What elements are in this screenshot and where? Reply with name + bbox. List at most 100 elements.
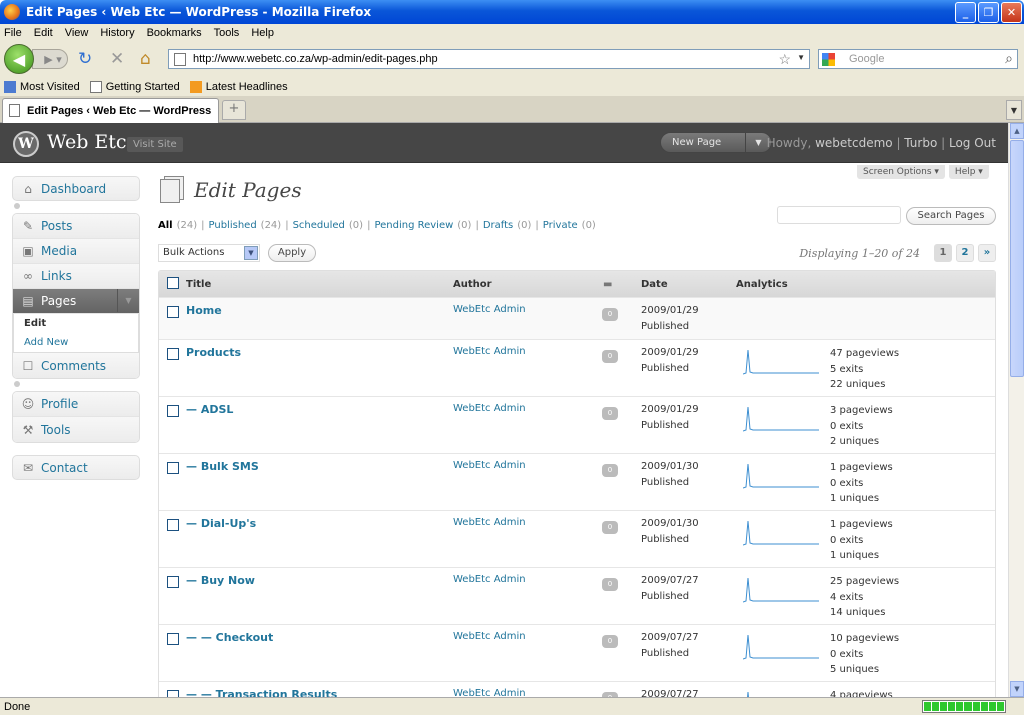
vertical-scrollbar[interactable]: ▲ ▼ xyxy=(1008,123,1024,697)
page-title-link[interactable]: — Buy Now xyxy=(186,574,255,587)
author-link[interactable]: WebEtc Admin xyxy=(453,688,526,697)
forward-button[interactable]: ▶ ▾ xyxy=(32,49,68,69)
browser-menubar: File Edit View History Bookmarks Tools H… xyxy=(0,24,1024,41)
search-icon[interactable]: ⌕ xyxy=(1005,50,1013,67)
menu-comments[interactable]: ☐ Comments xyxy=(13,353,139,378)
reload-icon[interactable]: ↻ xyxy=(78,51,92,68)
author-link[interactable]: WebEtc Admin xyxy=(453,403,526,414)
search-pages-input[interactable] xyxy=(777,206,901,224)
stop-icon[interactable]: ✕ xyxy=(110,51,124,68)
tab-list-dropdown[interactable]: ▼ xyxy=(1006,100,1022,120)
row-checkbox[interactable] xyxy=(167,462,179,474)
bookmark-most-visited[interactable]: Most Visited xyxy=(4,80,80,93)
page-title-link[interactable]: — Bulk SMS xyxy=(186,460,259,473)
google-icon[interactable] xyxy=(822,53,835,66)
page-title-link[interactable]: Products xyxy=(186,346,241,359)
author-link[interactable]: WebEtc Admin xyxy=(453,346,526,357)
author-link[interactable]: WebEtc Admin xyxy=(453,460,526,471)
tab-edit-pages[interactable]: Edit Pages ‹ Web Etc — WordPress xyxy=(2,98,219,123)
bookmark-star-icon[interactable]: ☆ xyxy=(778,51,791,68)
row-checkbox[interactable] xyxy=(167,306,179,318)
submenu-add-new[interactable]: Add New xyxy=(14,333,138,352)
page-title-link[interactable]: — — Checkout xyxy=(186,631,273,644)
column-date[interactable]: Date xyxy=(641,279,668,290)
menu-file[interactable]: File xyxy=(4,27,22,39)
comment-count-bubble[interactable]: 0 xyxy=(602,350,618,363)
row-checkbox[interactable] xyxy=(167,690,179,697)
close-button[interactable]: ✕ xyxy=(1001,2,1022,23)
menu-tools[interactable]: Tools xyxy=(214,27,240,39)
column-title[interactable]: Title xyxy=(186,279,211,290)
filter-drafts[interactable]: Drafts xyxy=(483,220,513,231)
logout-link[interactable]: Log Out xyxy=(949,136,996,150)
page-2[interactable]: 2 xyxy=(956,244,974,262)
search-pages-button[interactable]: Search Pages xyxy=(906,207,996,225)
scroll-up-button[interactable]: ▲ xyxy=(1010,123,1024,139)
visit-site-button[interactable]: Visit Site xyxy=(127,137,183,152)
author-link[interactable]: WebEtc Admin xyxy=(453,574,526,585)
minimize-button[interactable]: _ xyxy=(955,2,976,23)
menu-media[interactable]: ▣ Media xyxy=(13,239,139,264)
menu-bookmarks[interactable]: Bookmarks xyxy=(147,27,202,39)
menu-help[interactable]: Help xyxy=(251,27,274,39)
date-value: 2009/01/30 xyxy=(641,518,699,529)
turbo-link[interactable]: Turbo xyxy=(904,136,937,150)
search-input[interactable]: Google ⌕ xyxy=(818,49,1018,69)
menu-tools[interactable]: ⚒ Tools xyxy=(13,417,139,442)
author-link[interactable]: WebEtc Admin xyxy=(453,631,526,642)
comment-count-bubble[interactable]: 0 xyxy=(602,464,618,477)
new-page-button[interactable]: New Page ▼ xyxy=(660,132,772,153)
filter-published[interactable]: Published xyxy=(209,220,257,231)
menu-pages[interactable]: ▤ Pages ▼ xyxy=(13,289,139,314)
back-button[interactable]: ◀ xyxy=(4,44,34,74)
submenu-edit[interactable]: Edit xyxy=(14,314,138,333)
pages-toggle-icon[interactable]: ▼ xyxy=(117,289,139,312)
help-button[interactable]: Help ▾ xyxy=(948,165,989,179)
menu-history[interactable]: History xyxy=(100,27,134,39)
row-checkbox[interactable] xyxy=(167,405,179,417)
comment-count-bubble[interactable]: 0 xyxy=(602,308,618,321)
bookmark-latest-headlines[interactable]: Latest Headlines xyxy=(189,80,288,93)
url-bar[interactable]: http://www.webetc.co.za/wp-admin/edit-pa… xyxy=(168,49,810,69)
filter-scheduled[interactable]: Scheduled xyxy=(293,220,345,231)
author-link[interactable]: WebEtc Admin xyxy=(453,517,526,528)
new-tab-button[interactable]: + xyxy=(222,100,246,120)
row-checkbox[interactable] xyxy=(167,633,179,645)
filter-private[interactable]: Private xyxy=(543,220,578,231)
comment-count-bubble[interactable]: 0 xyxy=(602,521,618,534)
maximize-button[interactable]: ❐ xyxy=(978,2,999,23)
menu-dashboard[interactable]: ⌂ Dashboard xyxy=(12,176,140,201)
search-placeholder: Google xyxy=(849,53,885,65)
screen-options-button[interactable]: Screen Options ▾ xyxy=(857,165,945,179)
comment-count-bubble[interactable]: 0 xyxy=(602,578,618,591)
row-checkbox[interactable] xyxy=(167,576,179,588)
comment-count-bubble[interactable]: 0 xyxy=(602,635,618,648)
menu-contact[interactable]: ✉ Contact xyxy=(12,455,140,480)
scroll-thumb[interactable] xyxy=(1010,140,1024,377)
bookmark-getting-started[interactable]: Getting Started xyxy=(89,80,180,93)
page-title-link[interactable]: — ADSL xyxy=(186,403,233,416)
apply-button[interactable]: Apply xyxy=(268,244,316,262)
menu-edit[interactable]: Edit xyxy=(34,27,53,39)
pages-icon: ▤ xyxy=(22,294,34,308)
url-dropdown-icon[interactable]: ▼ xyxy=(797,53,805,62)
menu-profile[interactable]: ☺ Profile xyxy=(13,392,139,417)
bulk-actions-select[interactable]: Bulk Actions ▼ xyxy=(158,244,260,262)
menu-posts[interactable]: ✎ Posts xyxy=(13,214,139,239)
username-link[interactable]: webetcdemo xyxy=(815,136,893,150)
page-title-link[interactable]: Home xyxy=(186,304,222,317)
next-page[interactable]: » xyxy=(978,244,996,262)
filter-all[interactable]: All xyxy=(158,220,173,231)
page-title-link[interactable]: — Dial-Up's xyxy=(186,517,256,530)
scroll-down-button[interactable]: ▼ xyxy=(1010,681,1024,697)
page-title-link[interactable]: — — Transaction Results xyxy=(186,688,337,697)
comment-count-bubble[interactable]: 0 xyxy=(602,407,618,420)
menu-links[interactable]: ∞ Links xyxy=(13,264,139,289)
menu-view[interactable]: View xyxy=(65,27,89,39)
filter-pending-review[interactable]: Pending Review xyxy=(374,220,453,231)
select-all-checkbox[interactable] xyxy=(167,276,179,289)
row-checkbox[interactable] xyxy=(167,348,179,360)
row-checkbox[interactable] xyxy=(167,519,179,531)
author-link[interactable]: WebEtc Admin xyxy=(453,304,526,315)
home-icon[interactable]: ⌂ xyxy=(140,51,151,68)
